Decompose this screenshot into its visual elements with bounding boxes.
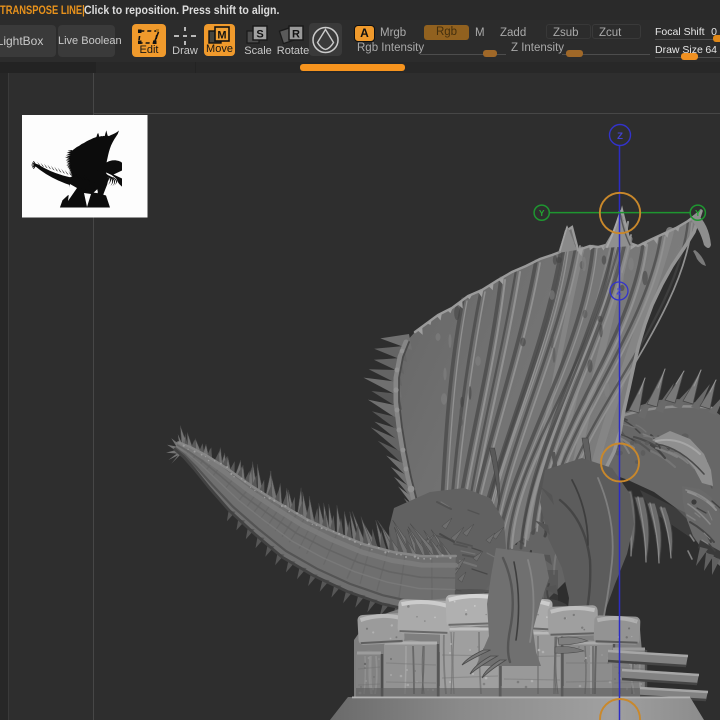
svg-text:Z: Z [617,131,623,142]
svg-text:S: S [256,29,263,41]
svg-text:M: M [217,30,226,42]
svg-text:Z: Z [616,287,621,297]
svg-text:R: R [292,29,300,41]
svg-text:Y: Y [695,208,701,218]
svg-text:Y: Y [539,208,545,218]
